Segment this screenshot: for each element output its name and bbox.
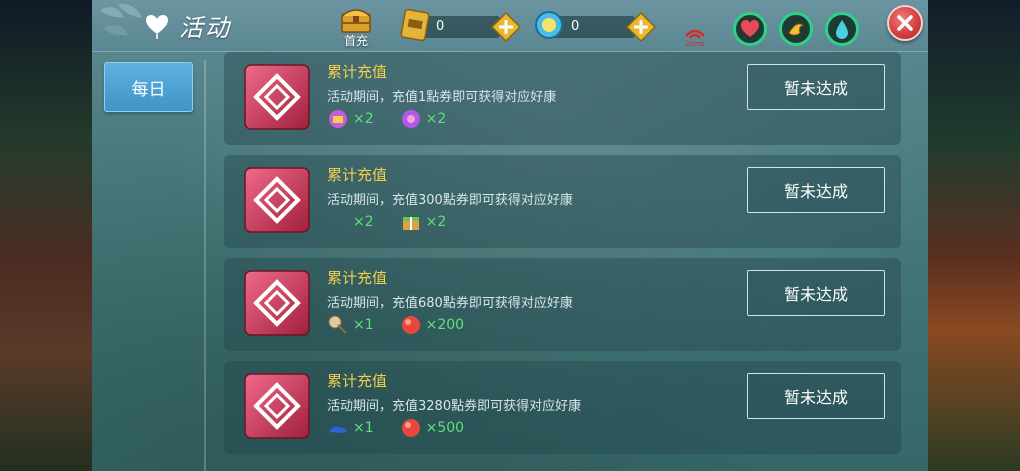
gold-coupon-icon — [400, 8, 430, 42]
coupon-amount: 0 — [436, 19, 445, 34]
leaf-decoration-icon — [100, 3, 142, 36]
blue-gem-icon — [535, 11, 563, 39]
ruby-gem-icon — [244, 373, 310, 439]
reward-quantity: ×2 — [353, 214, 374, 230]
row-description: 活动期间，充值300點券即可获得对应好康 — [327, 193, 573, 208]
ruby-gem-icon — [244, 64, 310, 130]
thirst-status[interactable] — [825, 12, 859, 46]
reward-item[interactable]: ×500 — [400, 417, 464, 439]
status-button[interactable]: 暂未达成 — [747, 270, 885, 316]
row-title: 累计充值 — [327, 166, 388, 184]
reward-list: ×2 ×2 — [327, 108, 472, 130]
reward-item[interactable]: ×2 — [400, 211, 447, 233]
hunger-status[interactable] — [779, 12, 813, 46]
reward-list: ×1 ×200 — [327, 314, 490, 336]
water-drop-icon — [836, 20, 848, 39]
chest-icon — [329, 110, 347, 128]
row-title: 累计充值 — [327, 269, 388, 287]
status-button[interactable]: 暂未达成 — [747, 64, 885, 110]
heart-icon — [741, 20, 759, 37]
reward-row-1: 累计充值 活动期间，充值1點券即可获得对应好康 ×2 ×2 暂未达成 — [224, 52, 901, 145]
reward-quantity: ×2 — [425, 214, 447, 230]
ruby-gem-icon — [244, 270, 310, 336]
sidebar-divider — [204, 60, 206, 471]
crystal-icon — [401, 110, 420, 128]
reward-list: ×1 ×500 — [327, 417, 490, 439]
reward-item[interactable]: ×1 — [327, 314, 374, 336]
red-orb-icon — [401, 316, 420, 334]
row-title: 累计充值 — [327, 372, 388, 390]
red-orb-icon — [401, 419, 420, 437]
row-description: 活动期间，充值3280點券即可获得对应好康 — [327, 399, 582, 414]
add-gem-button[interactable] — [625, 11, 657, 43]
lollipop-icon — [328, 315, 347, 334]
blue-shoe-icon — [329, 426, 347, 433]
panel-title: 活动 — [143, 8, 231, 43]
reward-list: ×2 ×2 — [327, 211, 472, 233]
background-right — [925, 0, 1020, 471]
reward-quantity: ×200 — [425, 317, 465, 333]
gem-amount: 0 — [571, 19, 580, 34]
status-button[interactable]: 暂未达成 — [747, 373, 885, 419]
health-status[interactable] — [733, 12, 767, 46]
reward-quantity: ×1 — [353, 420, 374, 436]
gem-currency: 0 — [533, 10, 657, 43]
heart-balloon-icon — [146, 14, 168, 39]
status-button[interactable]: 暂未达成 — [747, 167, 885, 213]
reward-quantity: ×2 — [425, 111, 447, 127]
row-description: 活动期间，充值680點券即可获得对应好康 — [327, 296, 573, 311]
reward-quantity: ×1 — [353, 317, 374, 333]
reward-row-3: 累计充值 活动期间，充值680點券即可获得对应好康 ×1 ×200 暂未达成 — [224, 258, 901, 351]
tab-daily[interactable]: 每日 — [104, 62, 193, 112]
signal-icon: 20ms — [685, 29, 705, 48]
first-charge-label: 首充 — [343, 34, 368, 48]
coupon-currency: 0 — [398, 8, 522, 43]
blank-item-icon — [327, 211, 349, 233]
close-icon — [897, 15, 913, 31]
reward-row-4: 累计充值 活动期间，充值3280點券即可获得对应好康 ×1 ×500 暂未达成 — [224, 361, 901, 454]
ping-text: 20ms — [685, 40, 705, 48]
background-left — [0, 0, 95, 471]
title-text: 活动 — [179, 14, 231, 42]
row-description: 活动期间，充值1點券即可获得对应好康 — [327, 90, 557, 105]
reward-quantity: ×500 — [425, 420, 465, 436]
reward-row-2: 累计充值 活动期间，充值300點券即可获得对应好康 ×2 ×2 暂未达成 — [224, 155, 901, 248]
reward-item[interactable]: ×1 — [327, 417, 374, 439]
food-icon — [788, 23, 805, 36]
first-charge-button[interactable]: 首充 — [336, 4, 376, 50]
reward-item[interactable]: ×2 — [400, 108, 447, 130]
reward-quantity: ×2 — [353, 111, 374, 127]
row-title: 累计充值 — [327, 63, 388, 81]
treasure-chest-icon — [341, 9, 371, 33]
gift-box-icon — [402, 217, 419, 230]
reward-item[interactable]: ×200 — [400, 314, 464, 336]
reward-item[interactable]: ×2 — [327, 108, 374, 130]
close-button[interactable] — [887, 5, 923, 41]
reward-item[interactable]: ×2 — [327, 211, 374, 233]
ruby-gem-icon — [244, 167, 310, 233]
add-coupon-button[interactable] — [490, 11, 522, 43]
